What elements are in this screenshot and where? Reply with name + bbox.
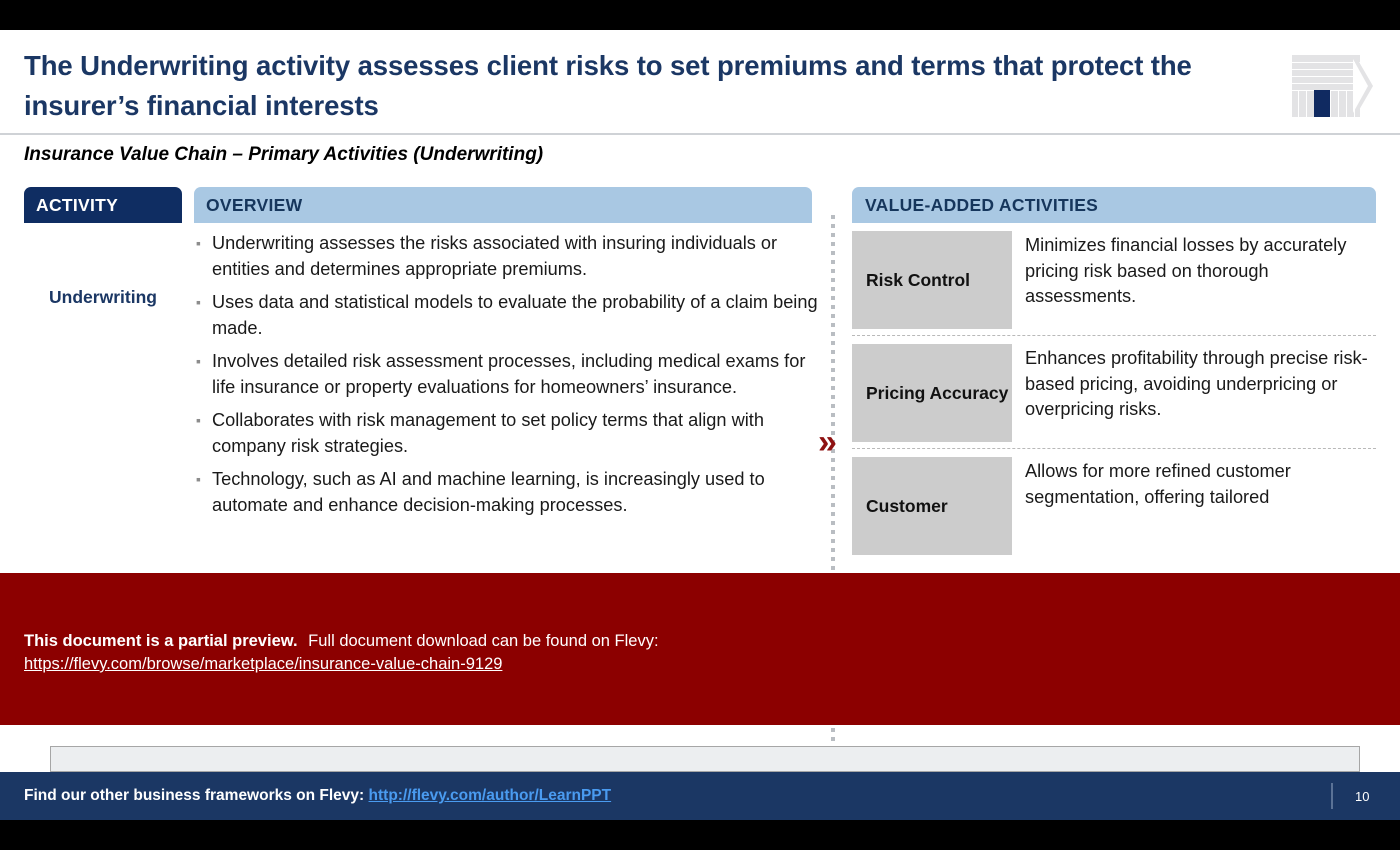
bottom-letterbox-band	[0, 820, 1400, 850]
bullet-square-icon: ▪	[196, 235, 201, 251]
preview-overlay-link[interactable]: https://flevy.com/browse/marketplace/ins…	[24, 655, 502, 674]
value-added-activities-header-label: VALUE-ADDED ACTIVITIES	[865, 194, 1099, 215]
value-added-activities-header: VALUE-ADDED ACTIVITIES	[852, 187, 1376, 223]
overview-bullet-text: Involves detailed risk assessment proces…	[212, 351, 806, 397]
bullet-square-icon: ▪	[196, 353, 201, 369]
footer-flevy-link[interactable]: http://flevy.com/author/LearnPPT	[369, 787, 612, 804]
overview-bullet-text: Underwriting assesses the risks associat…	[212, 233, 778, 279]
subtitle: Insurance Value Chain – Primary Activiti…	[24, 144, 544, 165]
overview-bullet-item: ▪ Underwriting assesses the risks associa…	[196, 231, 826, 282]
preview-overlay-text: This document is a partial preview. Full…	[24, 632, 659, 651]
overview-column-header: OVERVIEW	[194, 187, 812, 223]
preview-overlay-bold: This document is a partial preview.	[24, 632, 298, 650]
overview-bullet-list: ▪ Underwriting assesses the risks associa…	[196, 231, 826, 526]
flevy-building-logo-icon	[1292, 55, 1376, 117]
overview-bullet-item: ▪ Collaborates with risk management to se…	[196, 408, 826, 459]
double-chevron-right-icon: »	[818, 423, 837, 461]
value-added-activities-rows: Risk Control Minimizes financial losses b…	[852, 223, 1376, 555]
bottom-content-bar	[50, 746, 1360, 772]
footer-text: Find our other business frameworks on Fl…	[24, 787, 611, 805]
preview-overlay-normal: Full document download can be found on F…	[308, 632, 659, 650]
value-added-row: Pricing Accuracy Enhances profitability t…	[852, 336, 1376, 442]
footer-bar: Find our other business frameworks on Fl…	[0, 772, 1400, 820]
preview-overlay-banner: This document is a partial preview. Full…	[0, 573, 1400, 725]
overview-bullet-item: ▪ Involves detailed risk assessment proce…	[196, 349, 826, 400]
value-added-row: Risk Control Minimizes financial losses b…	[852, 223, 1376, 329]
overview-bullet-item: ▪ Uses data and statistical models to eva…	[196, 290, 826, 341]
activity-header-label: ACTIVITY	[36, 194, 119, 215]
header-divider	[0, 133, 1400, 135]
value-added-row: Customer Allows for more refined customer…	[852, 449, 1376, 555]
activity-column-header: ACTIVITY	[24, 187, 182, 223]
overview-bullet-text: Collaborates with risk management to set…	[212, 410, 764, 456]
overview-bullet-text: Technology, such as AI and machine learn…	[212, 469, 765, 515]
overview-header-label: OVERVIEW	[206, 194, 303, 215]
page-number: 10	[1355, 789, 1370, 804]
value-added-label: Risk Control	[852, 231, 1012, 329]
overview-bullet-text: Uses data and statistical models to eval…	[212, 292, 818, 338]
footer-label: Find our other business frameworks on Fl…	[24, 787, 365, 804]
activity-name-label: Underwriting	[49, 287, 157, 307]
bullet-square-icon: ▪	[196, 412, 201, 428]
footer-separator	[1331, 783, 1333, 809]
overview-bullet-item: ▪ Technology, such as AI and machine lear…	[196, 467, 826, 518]
bullet-square-icon: ▪	[196, 471, 201, 487]
value-added-label: Customer	[852, 457, 1012, 555]
value-added-label: Pricing Accuracy	[852, 344, 1012, 442]
bullet-square-icon: ▪	[196, 294, 201, 310]
value-added-description: Minimizes financial losses by accurately…	[1025, 235, 1347, 306]
page-title: The Underwriting activity assesses clien…	[24, 50, 1192, 121]
value-added-description: Allows for more refined customer segment…	[1025, 461, 1291, 507]
value-added-description: Enhances profitability through precise r…	[1025, 348, 1368, 419]
top-letterbox-band	[0, 0, 1400, 30]
